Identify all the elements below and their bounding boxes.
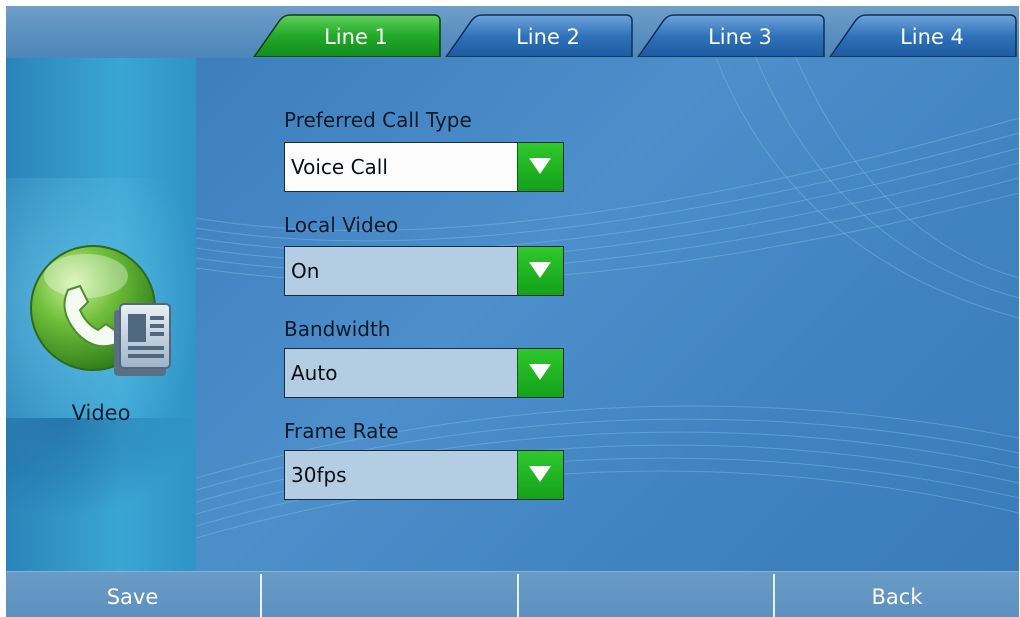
dropdown-value: On [291,259,320,283]
softkey-2[interactable] [262,572,515,617]
panel-wave [6,418,196,518]
tab-line-4[interactable]: Line 4 [828,14,1018,57]
tab-label: Line 3 [708,25,772,49]
dropdown-value: 30fps [291,463,347,487]
tab-label: Line 1 [324,25,388,49]
dropdown-arrow-icon[interactable] [517,247,563,295]
dropdown-arrow-icon[interactable] [517,349,563,397]
tab-line-3[interactable]: Line 3 [636,14,826,57]
tab-line-1[interactable]: Line 1 [252,14,442,57]
tab-label: Line 2 [516,25,580,49]
dropdown-value: Voice Call [291,155,388,179]
local-video-dropdown[interactable]: On [284,246,564,296]
dropdown-value: Auto [291,361,338,385]
frame-rate-dropdown[interactable]: 30fps [284,450,564,500]
save-softkey[interactable]: Save [6,572,259,617]
dropdown-arrow-icon[interactable] [517,143,563,191]
back-softkey[interactable]: Back [775,572,1019,617]
tab-label: Line 4 [900,25,964,49]
local-video-label: Local Video [284,213,399,237]
frame-rate-label: Frame Rate [284,419,399,443]
phone-screen: Line 1 Line 2 Line 3 Line 4 Video Prefer… [6,6,1019,617]
softkey-bar: Save Back [6,571,1019,617]
category-panel: Video [6,58,206,571]
tab-line-2[interactable]: Line 2 [444,14,634,57]
bandwidth-label: Bandwidth [284,317,391,341]
dropdown-arrow-icon[interactable] [517,451,563,499]
preferred-call-type-label: Preferred Call Type [284,108,472,132]
bandwidth-dropdown[interactable]: Auto [284,348,564,398]
category-label: Video [71,401,131,425]
softkey-3[interactable] [519,572,772,617]
settings-content: Preferred Call Type Voice Call Local Vid… [196,58,1019,571]
preferred-call-type-dropdown[interactable]: Voice Call [284,142,564,192]
video-phone-icon [28,240,178,390]
line-tab-bar: Line 1 Line 2 Line 3 Line 4 [6,6,1019,59]
